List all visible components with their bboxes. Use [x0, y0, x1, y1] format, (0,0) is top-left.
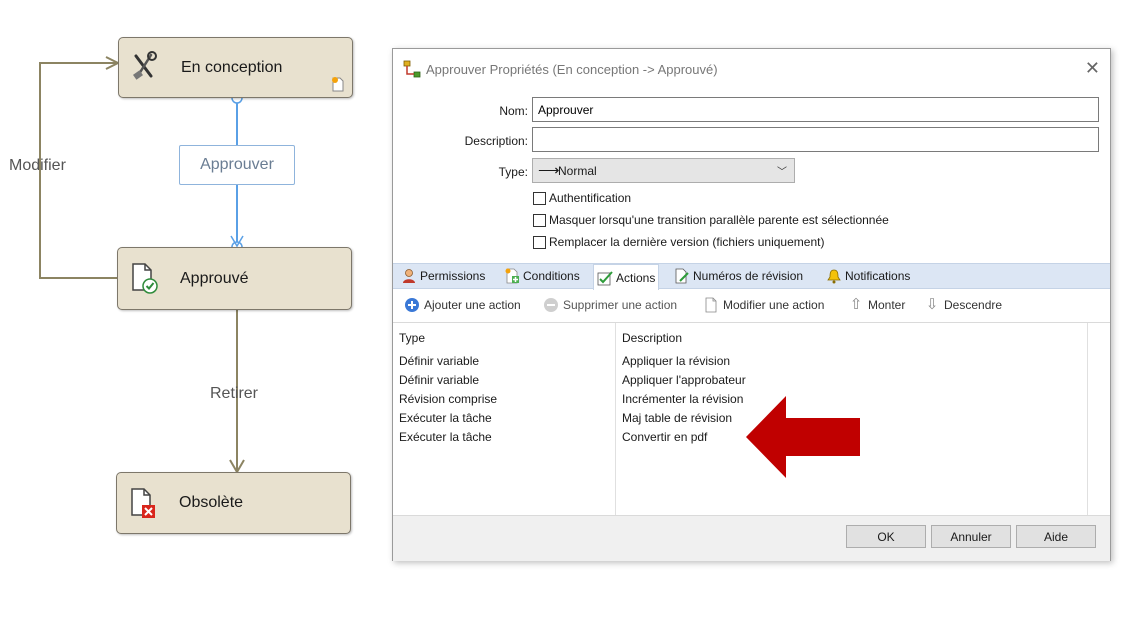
tab-revisions-label: Numéros de révision: [693, 269, 804, 283]
close-icon[interactable]: ✕: [1085, 58, 1100, 79]
approved-document-icon: [132, 263, 158, 294]
transition-icon: [403, 60, 421, 78]
table-cell-type[interactable]: Révision comprise: [399, 392, 497, 406]
conditions-icon: [505, 268, 519, 284]
replace-checkbox[interactable]: [533, 235, 546, 249]
type-select[interactable]: ⟶ Normal ﹀: [532, 158, 795, 183]
column-divider: [615, 323, 616, 515]
type-selected-value: Normal: [558, 164, 597, 178]
table-cell-description[interactable]: Convertir en pdf: [622, 430, 707, 444]
state-obsolete[interactable]: Obsolète: [116, 472, 351, 534]
description-input[interactable]: [532, 127, 1099, 152]
arrow-right-icon: ⟶: [538, 162, 560, 179]
tabs-bar: Permissions Conditions Actions Numéros d…: [393, 263, 1110, 290]
highlight-arrow-icon: [746, 396, 860, 478]
description-label: Description:: [464, 134, 528, 148]
table-cell-description[interactable]: Incrémenter la révision: [622, 392, 743, 406]
actions-toolbar: Ajouter une action Supprimer une action …: [393, 289, 1110, 323]
replace-checkbox-label: Remplacer la dernière version (fichiers …: [549, 235, 825, 249]
tab-actions-label: Actions: [616, 270, 656, 285]
obsolete-document-icon: [131, 488, 155, 518]
move-up-label: Monter: [868, 298, 906, 312]
arrow-down-icon: ⇩: [925, 296, 939, 313]
state-label-approved: Approuvé: [180, 270, 249, 287]
hide-checkbox-label: Masquer lorsqu'une transition parallèle …: [549, 213, 889, 227]
add-action-label: Ajouter une action: [424, 298, 521, 312]
dialog-footer: OK Annuler Aide: [393, 515, 1110, 561]
delete-circle-icon: [544, 298, 558, 312]
column-header-description[interactable]: Description: [622, 331, 682, 345]
document-icon: [705, 297, 717, 313]
new-document-icon: [332, 77, 344, 92]
move-down-label: Descendre: [944, 298, 1003, 312]
tab-permissions-label: Permissions: [420, 269, 486, 283]
tab-revisions[interactable]: Numéros de révision: [674, 264, 803, 288]
edit-action-label: Modifier une action: [723, 298, 825, 312]
tab-notifications[interactable]: Notifications: [826, 264, 910, 288]
type-label: Type:: [498, 165, 528, 179]
move-up-button[interactable]: ⇧ Monter: [848, 296, 906, 313]
tab-conditions-label: Conditions: [523, 269, 580, 283]
cancel-button[interactable]: Annuler: [931, 525, 1011, 548]
state-label-obsolete: Obsolète: [179, 494, 244, 511]
delete-action-button[interactable]: Supprimer une action: [543, 297, 677, 313]
table-cell-description[interactable]: Appliquer la révision: [622, 354, 730, 368]
auth-checkbox-row[interactable]: Authentification: [533, 191, 631, 205]
table-cell-description[interactable]: Maj table de révision: [622, 411, 732, 425]
table-cell-type[interactable]: Exécuter la tâche: [399, 430, 492, 444]
state-en-conception[interactable]: En conception: [118, 37, 353, 98]
hide-checkbox-row[interactable]: Masquer lorsqu'une transition parallèle …: [533, 213, 889, 227]
tab-actions[interactable]: Actions: [593, 264, 660, 290]
move-down-button[interactable]: ⇩ Descendre: [924, 297, 1002, 313]
tab-notifications-label: Notifications: [845, 269, 911, 283]
delete-action-label: Supprimer une action: [563, 298, 678, 312]
arrow-up-icon: ⇧: [849, 296, 863, 313]
ok-button[interactable]: OK: [846, 525, 926, 548]
edit-action-button[interactable]: Modifier une action: [703, 297, 824, 313]
user-icon: [403, 269, 415, 283]
bell-icon: [827, 269, 841, 284]
dialog-title: Approuver Propriétés (En conception -> A…: [426, 62, 718, 77]
chevron-down-icon: ﹀: [777, 167, 787, 178]
add-action-button[interactable]: Ajouter une action: [404, 297, 521, 313]
state-label-design: En conception: [181, 59, 283, 76]
table-cell-type[interactable]: Exécuter la tâche: [399, 411, 492, 425]
name-input[interactable]: [532, 97, 1099, 122]
transition-approve[interactable]: Approuver: [179, 145, 295, 185]
table-cell-type[interactable]: Définir variable: [399, 373, 479, 387]
state-approuve[interactable]: Approuvé: [117, 247, 352, 310]
help-button[interactable]: Aide: [1016, 525, 1096, 548]
name-label: Nom:: [499, 104, 528, 118]
dialog-title-bar: Approuver Propriétés (En conception -> A…: [393, 49, 1110, 89]
transition-label-modify[interactable]: Modifier: [9, 157, 66, 175]
table-cell-description[interactable]: Appliquer l'approbateur: [622, 373, 746, 387]
add-circle-icon: [405, 298, 419, 312]
hide-checkbox[interactable]: [533, 213, 546, 227]
transition-label-withdraw[interactable]: Retirer: [210, 385, 258, 403]
auth-checkbox[interactable]: [533, 191, 546, 205]
tab-permissions[interactable]: Permissions: [401, 264, 485, 288]
checklist-icon: [597, 270, 613, 285]
tab-conditions[interactable]: Conditions: [504, 264, 580, 288]
replace-checkbox-row[interactable]: Remplacer la dernière version (fichiers …: [533, 235, 824, 249]
auth-checkbox-label: Authentification: [549, 191, 632, 205]
column-header-type[interactable]: Type: [399, 331, 425, 345]
transition-properties-dialog: Approuver Propriétés (En conception -> A…: [392, 48, 1111, 561]
tools-icon: [133, 51, 157, 80]
column-divider: [1087, 323, 1088, 515]
table-cell-type[interactable]: Définir variable: [399, 354, 479, 368]
revision-document-icon: [675, 268, 689, 284]
